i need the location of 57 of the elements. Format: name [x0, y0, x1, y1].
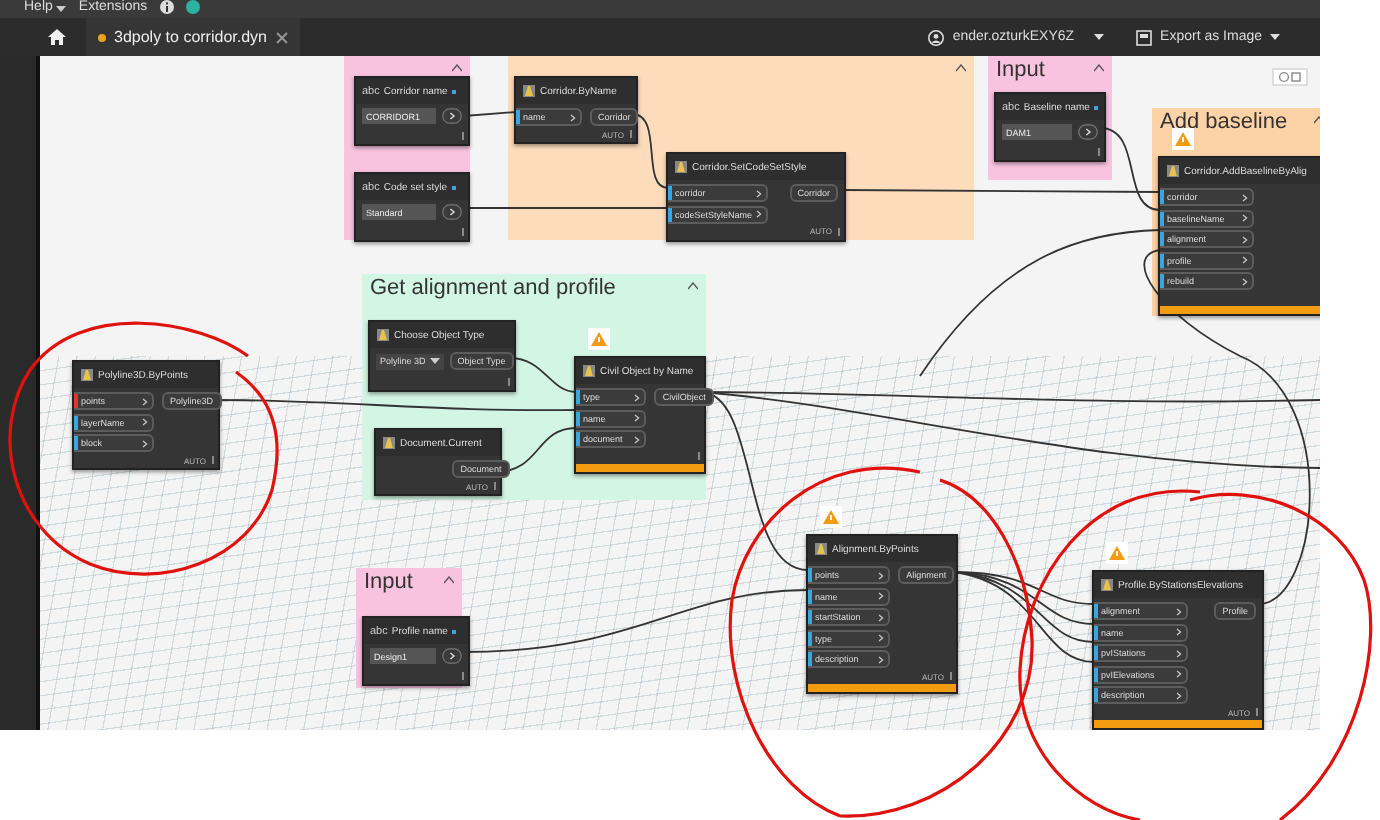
chevron-icon — [1241, 193, 1248, 201]
chevron-icon — [1241, 235, 1248, 243]
node-type-icon — [522, 84, 536, 98]
chevron-icon — [634, 435, 641, 443]
chevron-icon — [634, 414, 641, 422]
chevron-icon — [878, 592, 885, 600]
home-icon[interactable] — [48, 28, 66, 46]
chevron-icon — [878, 655, 885, 663]
chevron-icon — [1175, 649, 1182, 657]
caret-icon — [1094, 33, 1105, 41]
group-title: Input — [996, 58, 1045, 82]
info-icon[interactable] — [159, 0, 174, 13]
chevron-icon — [634, 393, 641, 401]
node-type-icon — [582, 364, 596, 378]
chevron-icon — [142, 418, 149, 426]
chevron-icon — [756, 189, 763, 197]
user-icon — [928, 29, 945, 45]
output-port-icon[interactable] — [1078, 124, 1098, 140]
output-port-icon[interactable] — [442, 204, 462, 220]
node-type-icon — [80, 368, 94, 382]
notification-icon[interactable] — [185, 0, 200, 13]
chevron-icon — [1175, 607, 1182, 615]
node-type-icon — [674, 160, 688, 174]
chevron-icon — [878, 613, 885, 621]
node-type-icon — [376, 328, 390, 342]
node-type-icon — [382, 436, 396, 450]
file-tab[interactable]: 3dpoly to corridor.dyn — [86, 18, 299, 56]
chevron-icon — [756, 210, 763, 218]
node-type-icon — [1100, 578, 1114, 592]
chevron-icon — [570, 113, 577, 121]
close-icon[interactable] — [275, 31, 287, 43]
chevron-icon — [878, 571, 885, 579]
caret-icon — [1270, 33, 1280, 41]
warning-icon[interactable] — [1106, 542, 1128, 564]
warning-bar — [576, 464, 704, 472]
chevron-icon — [142, 439, 149, 447]
node-type-icon — [814, 542, 828, 556]
chevron-icon — [1241, 256, 1248, 264]
chevron-icon — [1241, 277, 1248, 285]
image-icon — [1136, 29, 1153, 45]
caret-icon — [429, 357, 440, 365]
view-controls-icon[interactable] — [1272, 68, 1308, 86]
chevron-icon — [1175, 628, 1182, 636]
output-port-icon[interactable] — [442, 108, 462, 124]
chevron-icon — [1241, 214, 1248, 222]
warning-icon[interactable] — [820, 506, 842, 528]
warning-icon[interactable] — [588, 328, 610, 350]
output-port-icon[interactable] — [442, 648, 462, 664]
chevron-icon — [1175, 670, 1182, 678]
chevron-icon — [142, 397, 149, 405]
chevron-icon — [878, 634, 885, 642]
group-title: Input — [364, 570, 413, 594]
warning-icon[interactable] — [1172, 128, 1194, 150]
group-title: Add baseline — [1160, 110, 1288, 134]
chevron-icon — [1175, 691, 1182, 699]
group-title: Get alignment and profile — [370, 276, 616, 300]
node-type-icon — [1166, 164, 1180, 178]
